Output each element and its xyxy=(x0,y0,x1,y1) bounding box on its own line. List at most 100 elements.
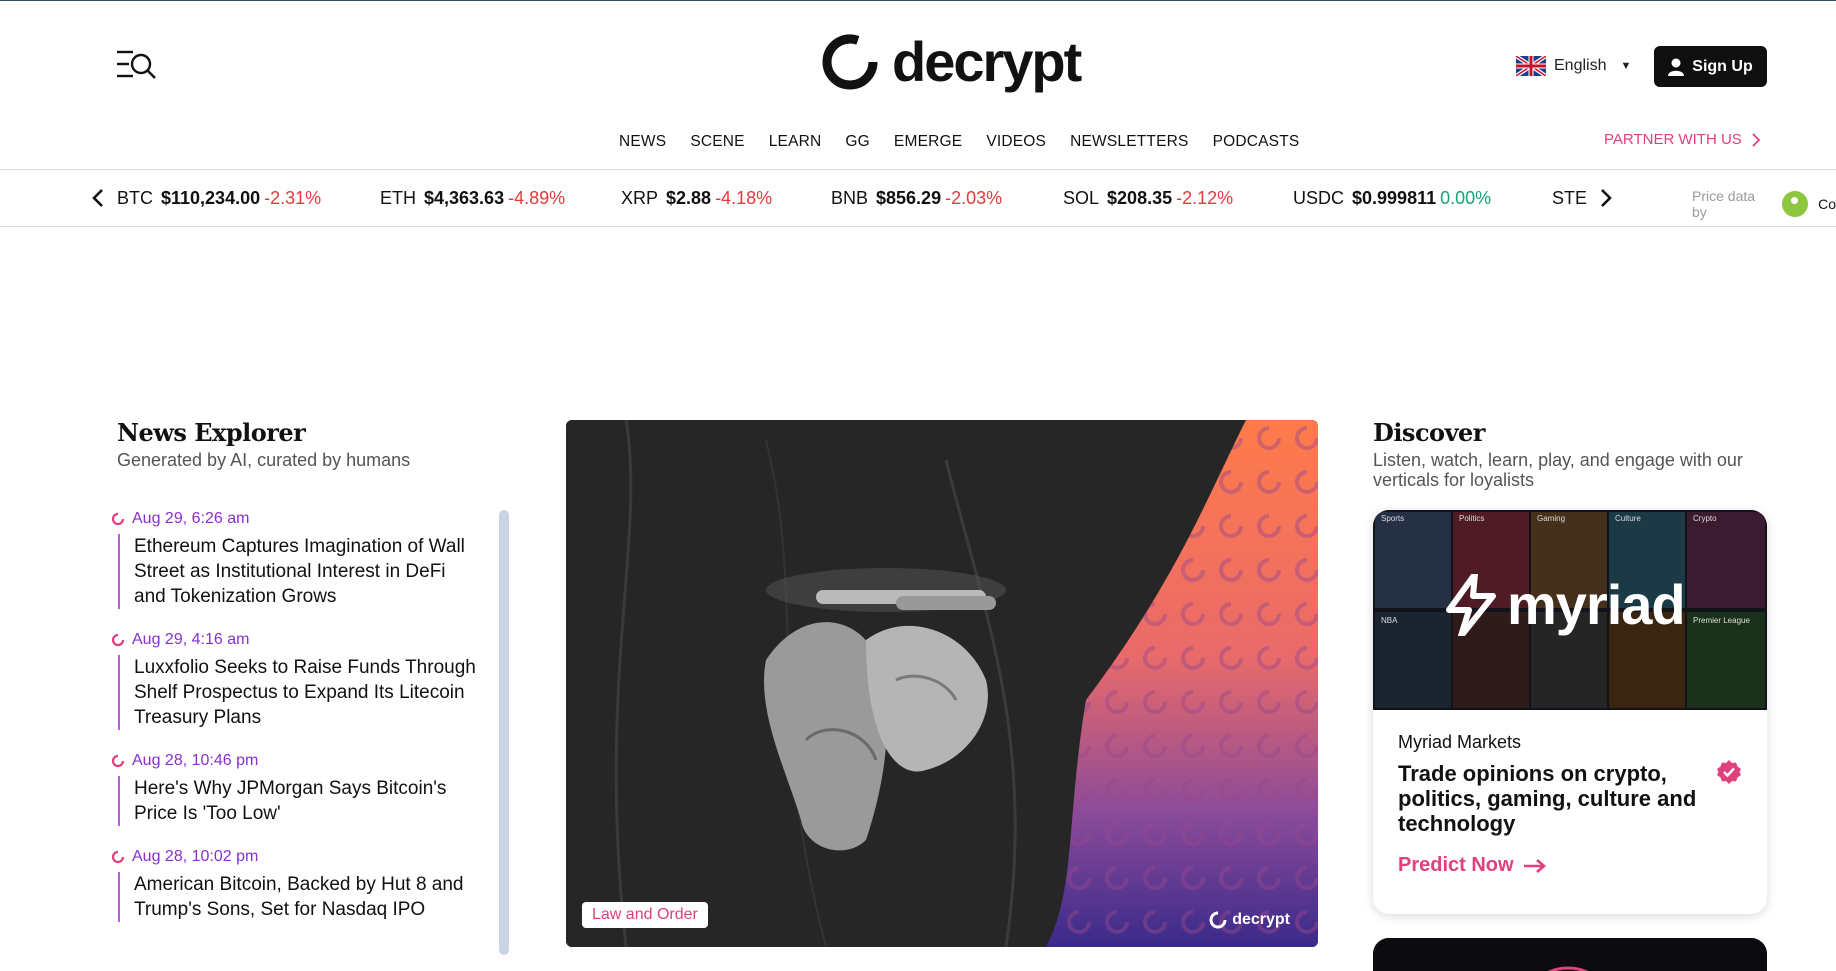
verified-badge-icon xyxy=(1717,760,1741,784)
chevron-left-icon xyxy=(92,189,103,207)
caret-down-icon: ▼ xyxy=(1620,60,1632,72)
feed-time: Aug 28, 10:46 pm xyxy=(132,752,259,769)
partner-label: PARTNER WITH US xyxy=(1604,131,1742,148)
ticker-item-eth[interactable]: ETH $4,363.63 -4.89% xyxy=(380,188,565,209)
discover-title: Discover xyxy=(1373,418,1485,447)
feed-scrollbar[interactable] xyxy=(499,510,509,955)
myriad-card[interactable]: Sports Politics Gaming Culture Crypto NB… xyxy=(1373,510,1767,914)
banner-tile-label: Sports xyxy=(1381,514,1405,523)
banner-tile-label: Politics xyxy=(1459,514,1485,523)
menu-search-icon[interactable] xyxy=(115,48,159,86)
list-item[interactable]: Aug 29, 4:16 am Luxxfolio Seeks to Raise… xyxy=(110,631,482,730)
uk-flag-icon xyxy=(1516,56,1546,76)
decrypt-mark-icon xyxy=(111,633,125,647)
feed-time: Aug 29, 6:26 am xyxy=(132,510,250,527)
hero-image xyxy=(566,420,1318,947)
nav-gg[interactable]: GG xyxy=(845,133,870,151)
language-label: English xyxy=(1554,57,1607,74)
partner-with-us-link[interactable]: PARTNER WITH US xyxy=(1604,131,1760,148)
banner-tile-label: Crypto xyxy=(1693,514,1717,523)
next-card-image xyxy=(1373,938,1767,971)
decrypt-mark-icon xyxy=(111,512,125,526)
ticker-item-sol[interactable]: SOL $208.35 -2.12% xyxy=(1063,188,1233,209)
top-border xyxy=(0,0,1836,1)
language-selector[interactable]: English ▼ xyxy=(1516,56,1631,76)
brand-name: decrypt xyxy=(892,30,1082,93)
list-item[interactable]: Aug 28, 10:46 pm Here's Why JPMorgan Say… xyxy=(110,752,482,826)
ticker-prev-button[interactable] xyxy=(88,186,108,210)
banner-tile-label: NBA xyxy=(1381,616,1398,625)
nav-scene[interactable]: SCENE xyxy=(690,133,744,151)
ticker-change: 0.00% xyxy=(1440,188,1492,208)
ticker-item-usdc[interactable]: USDC $0.999811 0.00% xyxy=(1293,188,1491,209)
news-explorer-title: News Explorer xyxy=(117,418,306,447)
ticker-symbol: BNB xyxy=(831,188,869,208)
myriad-brand: myriad xyxy=(1445,572,1686,637)
card-headline: Trade opinions on crypto, politics, gami… xyxy=(1398,761,1697,836)
banner-tile-label: Premier League xyxy=(1693,616,1750,625)
decrypt-mark-icon xyxy=(111,754,125,768)
arrow-right-icon xyxy=(1523,858,1546,873)
predict-now-button[interactable]: Predict Now xyxy=(1398,854,1748,877)
ticker-item-bnb[interactable]: BNB $856.29 -2.03% xyxy=(831,188,1002,209)
predict-now-label: Predict Now xyxy=(1398,854,1514,876)
ticker-symbol: ETH xyxy=(380,188,416,208)
ticker-symbol: SOL xyxy=(1063,188,1100,208)
ticker-change: -2.03% xyxy=(945,188,1003,208)
decrypt-mark-icon xyxy=(111,850,125,864)
list-item[interactable]: Aug 29, 6:26 am Ethereum Captures Imagin… xyxy=(110,510,482,609)
nav-news[interactable]: NEWS xyxy=(619,133,666,151)
myriad-banner: Sports Politics Gaming Culture Crypto NB… xyxy=(1373,510,1767,710)
nav-emerge[interactable]: EMERGE xyxy=(894,133,962,151)
price-ticker: BTC $110,234.00 -2.31% ETH $4,363.63 -4.89% … xyxy=(0,169,1836,227)
main-nav: NEWS SCENE LEARN GG EMERGE VIDEOS NEWSLE… xyxy=(619,133,1299,151)
list-item[interactable]: Aug 28, 10:02 pm American Bitcoin, Backe… xyxy=(110,848,482,922)
ticker-item-btc[interactable]: BTC $110,234.00 -2.31% xyxy=(117,188,321,209)
ticker-price: $2.88 xyxy=(666,188,712,208)
ticker-change: -2.12% xyxy=(1176,188,1234,208)
nav-videos[interactable]: VIDEOS xyxy=(986,133,1046,151)
chevron-right-icon xyxy=(1601,189,1612,207)
nav-podcasts[interactable]: PODCASTS xyxy=(1213,133,1300,151)
ticker-change: -4.89% xyxy=(508,188,566,208)
ticker-list: BTC $110,234.00 -2.31% ETH $4,363.63 -4.89% … xyxy=(117,170,1587,226)
lightning-icon xyxy=(1446,573,1496,636)
ticker-symbol: BTC xyxy=(117,188,153,208)
news-feed: Aug 29, 6:26 am Ethereum Captures Imagin… xyxy=(110,510,482,965)
decrypt-logo-icon xyxy=(822,34,878,90)
feed-headline: Here's Why JPMorgan Says Bitcoin's Price… xyxy=(118,776,482,826)
sign-up-label: Sign Up xyxy=(1692,57,1753,75)
user-icon xyxy=(1668,58,1685,76)
brand-logo[interactable]: decrypt xyxy=(818,30,1082,93)
ticker-price: $208.35 xyxy=(1107,188,1173,208)
ticker-next-button[interactable] xyxy=(1596,186,1616,210)
watermark-text: decrypt xyxy=(1232,911,1290,928)
chevron-right-icon xyxy=(1752,132,1760,147)
ticker-item-steth[interactable]: STETH xyxy=(1552,188,1587,209)
hero-watermark: decrypt xyxy=(1208,911,1290,929)
ticker-symbol: XRP xyxy=(621,188,659,208)
category-tag[interactable]: Law and Order xyxy=(582,902,708,928)
sign-up-button[interactable]: Sign Up xyxy=(1654,46,1767,87)
feed-headline: American Bitcoin, Backed by Hut 8 and Tr… xyxy=(118,872,482,922)
card-kicker: Myriad Markets xyxy=(1398,732,1522,752)
nav-newsletters[interactable]: NEWSLETTERS xyxy=(1070,133,1188,151)
nav-learn[interactable]: LEARN xyxy=(769,133,822,151)
hero-article-image[interactable]: Law and Order decrypt xyxy=(566,420,1318,947)
ticker-price: $0.999811 xyxy=(1352,188,1437,208)
ticker-symbol: USDC xyxy=(1293,188,1345,208)
feed-time: Aug 28, 10:02 pm xyxy=(132,848,259,865)
price-data-label: Price data by xyxy=(1692,188,1756,220)
discover-subtitle: Listen, watch, learn, play, and engage w… xyxy=(1373,450,1743,490)
ticker-change: -4.18% xyxy=(715,188,773,208)
ticker-item-xrp[interactable]: XRP $2.88 -4.18% xyxy=(621,188,772,209)
myriad-name: myriad xyxy=(1507,573,1686,636)
next-discover-card[interactable] xyxy=(1373,938,1767,971)
ticker-price: $856.29 xyxy=(876,188,942,208)
banner-tile-label: Gaming xyxy=(1537,514,1566,523)
feed-headline: Luxxfolio Seeks to Raise Funds Through S… xyxy=(118,655,482,730)
decrypt-logo-icon xyxy=(1209,911,1227,929)
price-data-attribution[interactable]: Price data by Co xyxy=(1692,188,1836,220)
ticker-symbol: STETH xyxy=(1552,188,1587,208)
banner-tile-label: Culture xyxy=(1615,514,1641,523)
